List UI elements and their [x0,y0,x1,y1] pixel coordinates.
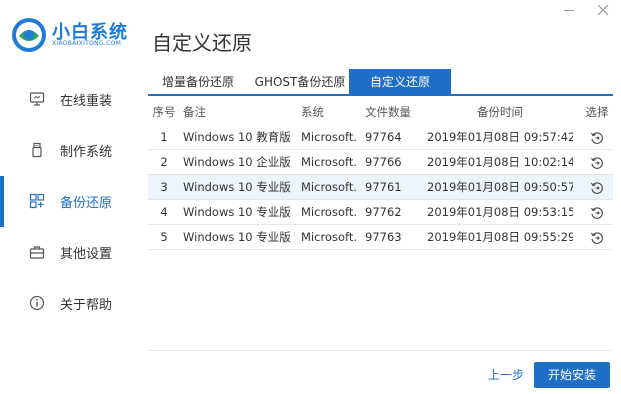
usb-drive-icon [32,142,42,158]
briefcase-icon [29,246,45,259]
sidebar-item-label: 其他设置 [60,247,113,262]
column-header-select: 选择 [585,105,609,119]
row-time: 2019年01月08日 10:02:14 [427,155,573,169]
table-header: 序号 备注 系统 文件数量 备份时间 选择 [148,100,613,125]
sidebar-item-label: 制作系统 [60,145,113,160]
row-select [582,125,612,150]
sidebar-item-label: 关于帮助 [60,298,113,313]
column-header-system: 系统 [301,105,324,119]
row-count: 97766 [365,155,402,169]
table-row[interactable]: 2 Windows 10 企业版 Microsoft... 97766 2019… [148,150,613,175]
backup-table: 序号 备注 系统 文件数量 备份时间 选择 1 Windows 10 教育版 M… [148,100,613,250]
previous-step-link[interactable]: 上一步 [488,366,524,383]
info-icon [29,295,45,311]
row-time: 2019年01月08日 09:55:29 [427,230,573,244]
column-header-count: 文件数量 [365,105,411,119]
column-header-no: 序号 [152,105,176,119]
row-time: 2019年01月08日 09:53:15 [427,205,573,219]
sidebar-item-label: 在线重装 [60,94,113,109]
restore-icon[interactable] [590,181,604,195]
table-row[interactable]: 3 Windows 10 专业版 Microsoft... 97761 2019… [148,175,613,200]
logo-icon [12,18,46,52]
monitor-icon [29,92,45,106]
sidebar-item-make-system[interactable]: 制作系统 [0,125,132,176]
row-note: Windows 10 专业版 f... [183,230,295,244]
row-time: 2019年01月08日 09:57:42 [427,130,573,144]
restore-icon[interactable] [590,156,604,170]
table-row[interactable]: 1 Windows 10 教育版 Microsoft... 97764 2019… [148,125,613,150]
row-no: 2 [160,155,168,169]
restore-icon[interactable] [590,206,604,220]
brand-subtitle: XIAOBAIXITONG.COM [52,40,122,47]
row-no: 5 [160,230,168,244]
tab-custom-restore[interactable]: 自定义还原 [349,69,451,96]
row-select [582,175,612,200]
sidebar-item-backup-restore[interactable]: 备份还原 [0,176,132,227]
row-select [582,225,612,250]
row-note: Windows 10 教育版 [183,130,291,144]
close-icon[interactable] [595,2,611,18]
row-time: 2019年01月08日 09:50:57 [427,180,573,194]
app-logo: 小白系统 XIAOBAIXITONG.COM [10,14,130,54]
sidebar-item-label: 备份还原 [60,196,113,211]
row-no: 4 [160,205,168,219]
column-header-note: 备注 [183,105,206,119]
restore-icon[interactable] [590,131,604,145]
table-row[interactable]: 5 Windows 10 专业版 f... Microsoft... 97763… [148,225,613,250]
start-install-button[interactable]: 开始安装 [534,362,610,388]
page-title: 自定义还原 [152,31,252,55]
sidebar-nav: 在线重装 制作系统 备份还原 其他设置 关于帮助 [0,74,132,329]
row-count: 97761 [365,180,402,194]
row-no: 3 [160,180,168,194]
tab-bar: 增量备份还原 GHOST备份还原 自定义还原 [148,69,613,96]
row-note: Windows 10 企业版 [183,155,291,169]
row-note: Windows 10 专业版 [183,180,291,194]
row-select [582,150,612,175]
minimize-button[interactable] [561,4,577,16]
row-select [582,200,612,225]
backup-grid-icon [29,193,45,209]
column-header-time: 备份时间 [477,105,523,119]
restore-icon[interactable] [590,231,604,245]
row-system: Microsoft... [301,180,357,194]
sidebar-item-online-reinstall[interactable]: 在线重装 [0,74,132,125]
tab-ghost-restore[interactable]: GHOST备份还原 [252,69,348,96]
row-count: 97764 [365,130,402,144]
row-count: 97763 [365,230,402,244]
sidebar-item-about-help[interactable]: 关于帮助 [0,278,132,329]
footer-divider [148,350,613,351]
row-note: Windows 10 专业版 E... [183,205,295,219]
row-system: Microsoft... [301,155,357,169]
row-no: 1 [160,130,168,144]
row-system: Microsoft... [301,230,357,244]
row-system: Microsoft... [301,130,357,144]
row-count: 97762 [365,205,402,219]
sidebar: 小白系统 XIAOBAIXITONG.COM 在线重装 制作系统 备份还原 其他… [0,0,132,394]
tab-incremental-restore[interactable]: 增量备份还原 [154,69,242,96]
sidebar-item-other-settings[interactable]: 其他设置 [0,227,132,278]
row-system: Microsoft... [301,205,357,219]
table-row[interactable]: 4 Windows 10 专业版 E... Microsoft... 97762… [148,200,613,225]
